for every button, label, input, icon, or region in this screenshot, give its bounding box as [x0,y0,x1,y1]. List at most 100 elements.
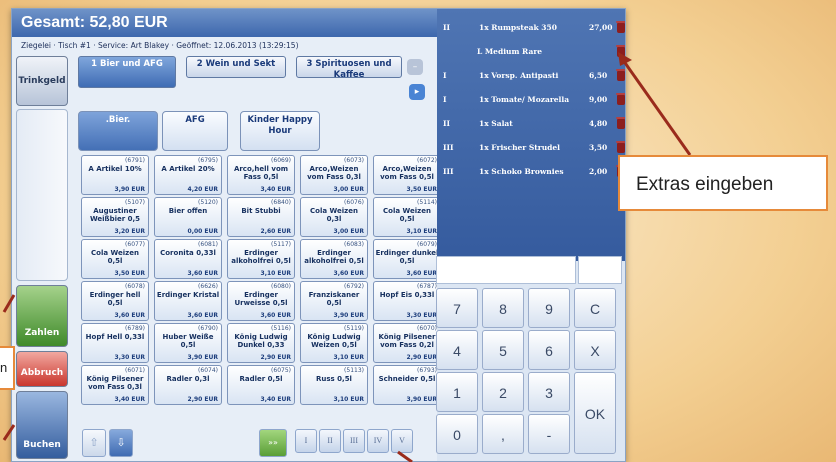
key-comma[interactable]: , [482,414,524,454]
order-list: II 1x Rumpsteak 350 27,00 L Medium Rare I 1x … [437,9,625,261]
order-row[interactable]: I 1x Vorsp. Antipasti 6,50 [437,67,625,85]
key-x[interactable]: X [574,330,616,370]
key-c[interactable]: C [574,288,616,328]
product-button[interactable]: (5117) Erdinger alkoholfrei 0,5l 3,10 EUR [227,239,295,279]
key-0[interactable]: 0 [436,414,478,454]
product-name: Erdinger Urweisse 0,5l [234,291,288,307]
order-row[interactable]: L Medium Rare [437,43,625,61]
order-price: 3,50 [589,143,608,152]
order-row[interactable]: II 1x Salat 4,80 [437,115,625,133]
product-button[interactable]: (6790) Huber Weiße 0,5l 3,90 EUR [154,323,222,363]
trinkgeld-button[interactable]: Trinkgeld [16,56,68,106]
product-button[interactable]: (5113) Russ 0,5l 3,10 EUR [300,365,368,405]
tabs-scroll-down-icon[interactable]: ▸ [409,84,425,100]
product-button[interactable]: (6080) Erdinger Urweisse 0,5l 3,60 EUR [227,281,295,321]
trash-icon[interactable] [616,141,625,153]
course-button-3[interactable]: III [343,429,365,453]
key-3[interactable]: 3 [528,372,570,412]
secondary-input[interactable] [578,256,622,284]
product-name: A Artikel 20% [161,165,215,173]
key-5[interactable]: 5 [482,330,524,370]
order-price: 9,00 [589,95,608,104]
product-button[interactable]: (5114) Cola Weizen 0,5l 3,10 EUR [373,197,441,237]
subtab-kinder-happy-hour[interactable]: Kinder Happy Hour [240,111,320,151]
product-button[interactable]: (6792) Franziskaner 0,5l 3,90 EUR [300,281,368,321]
key-minus[interactable]: - [528,414,570,454]
course-button-2[interactable]: II [319,429,341,453]
course-button-5[interactable]: V [391,429,413,453]
product-price: 0,00 EUR [187,228,218,235]
product-button[interactable]: (6791) A Artikel 10% 3,90 EUR [81,155,149,195]
key-ok[interactable]: OK [574,372,616,454]
product-button[interactable]: (6073) Arco,Weizen vom Fass 0,3l 3,00 EUR [300,155,368,195]
zahlen-button[interactable]: Zahlen [16,285,68,347]
trash-icon[interactable] [616,93,625,105]
product-id: (6793) [417,367,437,374]
key-6[interactable]: 6 [528,330,570,370]
page-down-arrow-icon[interactable]: ⇩ [109,429,133,457]
product-button[interactable]: (6079) Erdinger dunkel 0,5l 3,60 EUR [373,239,441,279]
product-button[interactable]: (6083) Erdinger alkoholfrei 0,5l 3,60 EUR [300,239,368,279]
key-7[interactable]: 7 [436,288,478,328]
product-price: 3,60 EUR [114,312,145,319]
product-price: 2,90 EUR [406,354,437,361]
product-price: 2,90 EUR [260,354,291,361]
product-button[interactable]: (6072) Arco,Weizen vom Fass 0,5l 3,50 EUR [373,155,441,195]
product-button[interactable]: (6077) Cola Weizen 0,5l 3,50 EUR [81,239,149,279]
order-row[interactable]: I 1x Tomate/ Mozarella 9,00 [437,91,625,109]
trash-icon[interactable] [616,21,625,33]
trash-icon[interactable] [616,117,625,129]
product-button[interactable]: (6789) Hopf Hell 0,33l 3,30 EUR [81,323,149,363]
course-button-4[interactable]: IV [367,429,389,453]
tabs-scroll-up-icon[interactable]: – [407,59,423,75]
product-button[interactable]: (6793) Schneider 0,5l 3,90 EUR [373,365,441,405]
page-up-arrow-icon[interactable]: ⇧ [82,429,106,457]
product-button[interactable]: (5116) König Ludwig Dunkel 0,33 2,90 EUR [227,323,295,363]
product-button[interactable]: (6795) A Artikel 20% 4,20 EUR [154,155,222,195]
product-name: König Ludwig Dunkel 0,33 [234,333,288,349]
product-button[interactable]: (6074) Radler 0,3l 2,90 EUR [154,365,222,405]
order-text: 1x Rumpsteak 350 [479,23,557,32]
product-price: 3,10 EUR [333,354,364,361]
trash-icon[interactable] [616,69,625,81]
product-button[interactable]: (5107) Augustiner Weißbier 0,5 3,20 EUR [81,197,149,237]
trash-icon[interactable] [616,45,625,57]
key-8[interactable]: 8 [482,288,524,328]
product-button[interactable]: (6071) König Pilsener vom Fass 0,3l 3,40 E… [81,365,149,405]
product-button[interactable]: (6076) Cola Weizen 0,3l 3,00 EUR [300,197,368,237]
key-4[interactable]: 4 [436,330,478,370]
fast-forward-button[interactable]: »» [259,429,287,457]
product-price: 3,40 EUR [260,186,291,193]
tab-bier-afg[interactable]: 1 Bier und AFG [78,56,176,88]
key-9[interactable]: 9 [528,288,570,328]
product-name: Augustiner Weißbier 0,5 [89,207,141,223]
product-id: (6076) [344,199,364,206]
product-button[interactable]: (6840) Bit Stubbi 2,60 EUR [227,197,295,237]
subtab-afg[interactable]: AFG [162,111,228,151]
product-button[interactable]: (5120) Bier offen 0,00 EUR [154,197,222,237]
order-row[interactable]: III 1x Schoko Brownies 2,00 [437,163,625,181]
product-name: Bit Stubbi [241,207,281,215]
product-button[interactable]: (6070) König Pilsener vom Fass 0,2l 2,90 E… [373,323,441,363]
product-button[interactable]: (6626) Erdinger Kristal 3,60 EUR [154,281,222,321]
product-button[interactable]: (6787) Hopf Eis 0,33l 3,30 EUR [373,281,441,321]
product-button[interactable]: (5119) König Ludwig Weizen 0,5l 3,10 EUR [300,323,368,363]
course-button-1[interactable]: I [295,429,317,453]
product-button[interactable]: (6081) Coronita 0,33l 3,60 EUR [154,239,222,279]
abbruch-button[interactable]: Abbruch [16,351,68,387]
product-button[interactable]: (6069) Arco,hell vom Fass 0,5l 3,40 EUR [227,155,295,195]
order-row[interactable]: II 1x Rumpsteak 350 27,00 [437,19,625,37]
quantity-input[interactable] [436,256,576,284]
product-button[interactable]: (6078) Erdinger hell 0,5l 3,60 EUR [81,281,149,321]
order-row[interactable]: III 1x Frischer Strudel 3,50 [437,139,625,157]
product-id: (6083) [344,241,364,248]
subtab-bier[interactable]: .Bier. [78,111,158,151]
order-text: 1x Tomate/ Mozarella [479,95,570,104]
buchen-button[interactable]: Buchen [16,391,68,459]
key-1[interactable]: 1 [436,372,478,412]
tab-wein-sekt[interactable]: 2 Wein und Sekt [186,56,286,78]
product-button[interactable]: (6075) Radler 0,5l 3,40 EUR [227,365,295,405]
key-2[interactable]: 2 [482,372,524,412]
tab-spirituosen-kaffee[interactable]: 3 Spirituosen und Kaffee [296,56,402,80]
product-id: (6074) [198,367,218,374]
